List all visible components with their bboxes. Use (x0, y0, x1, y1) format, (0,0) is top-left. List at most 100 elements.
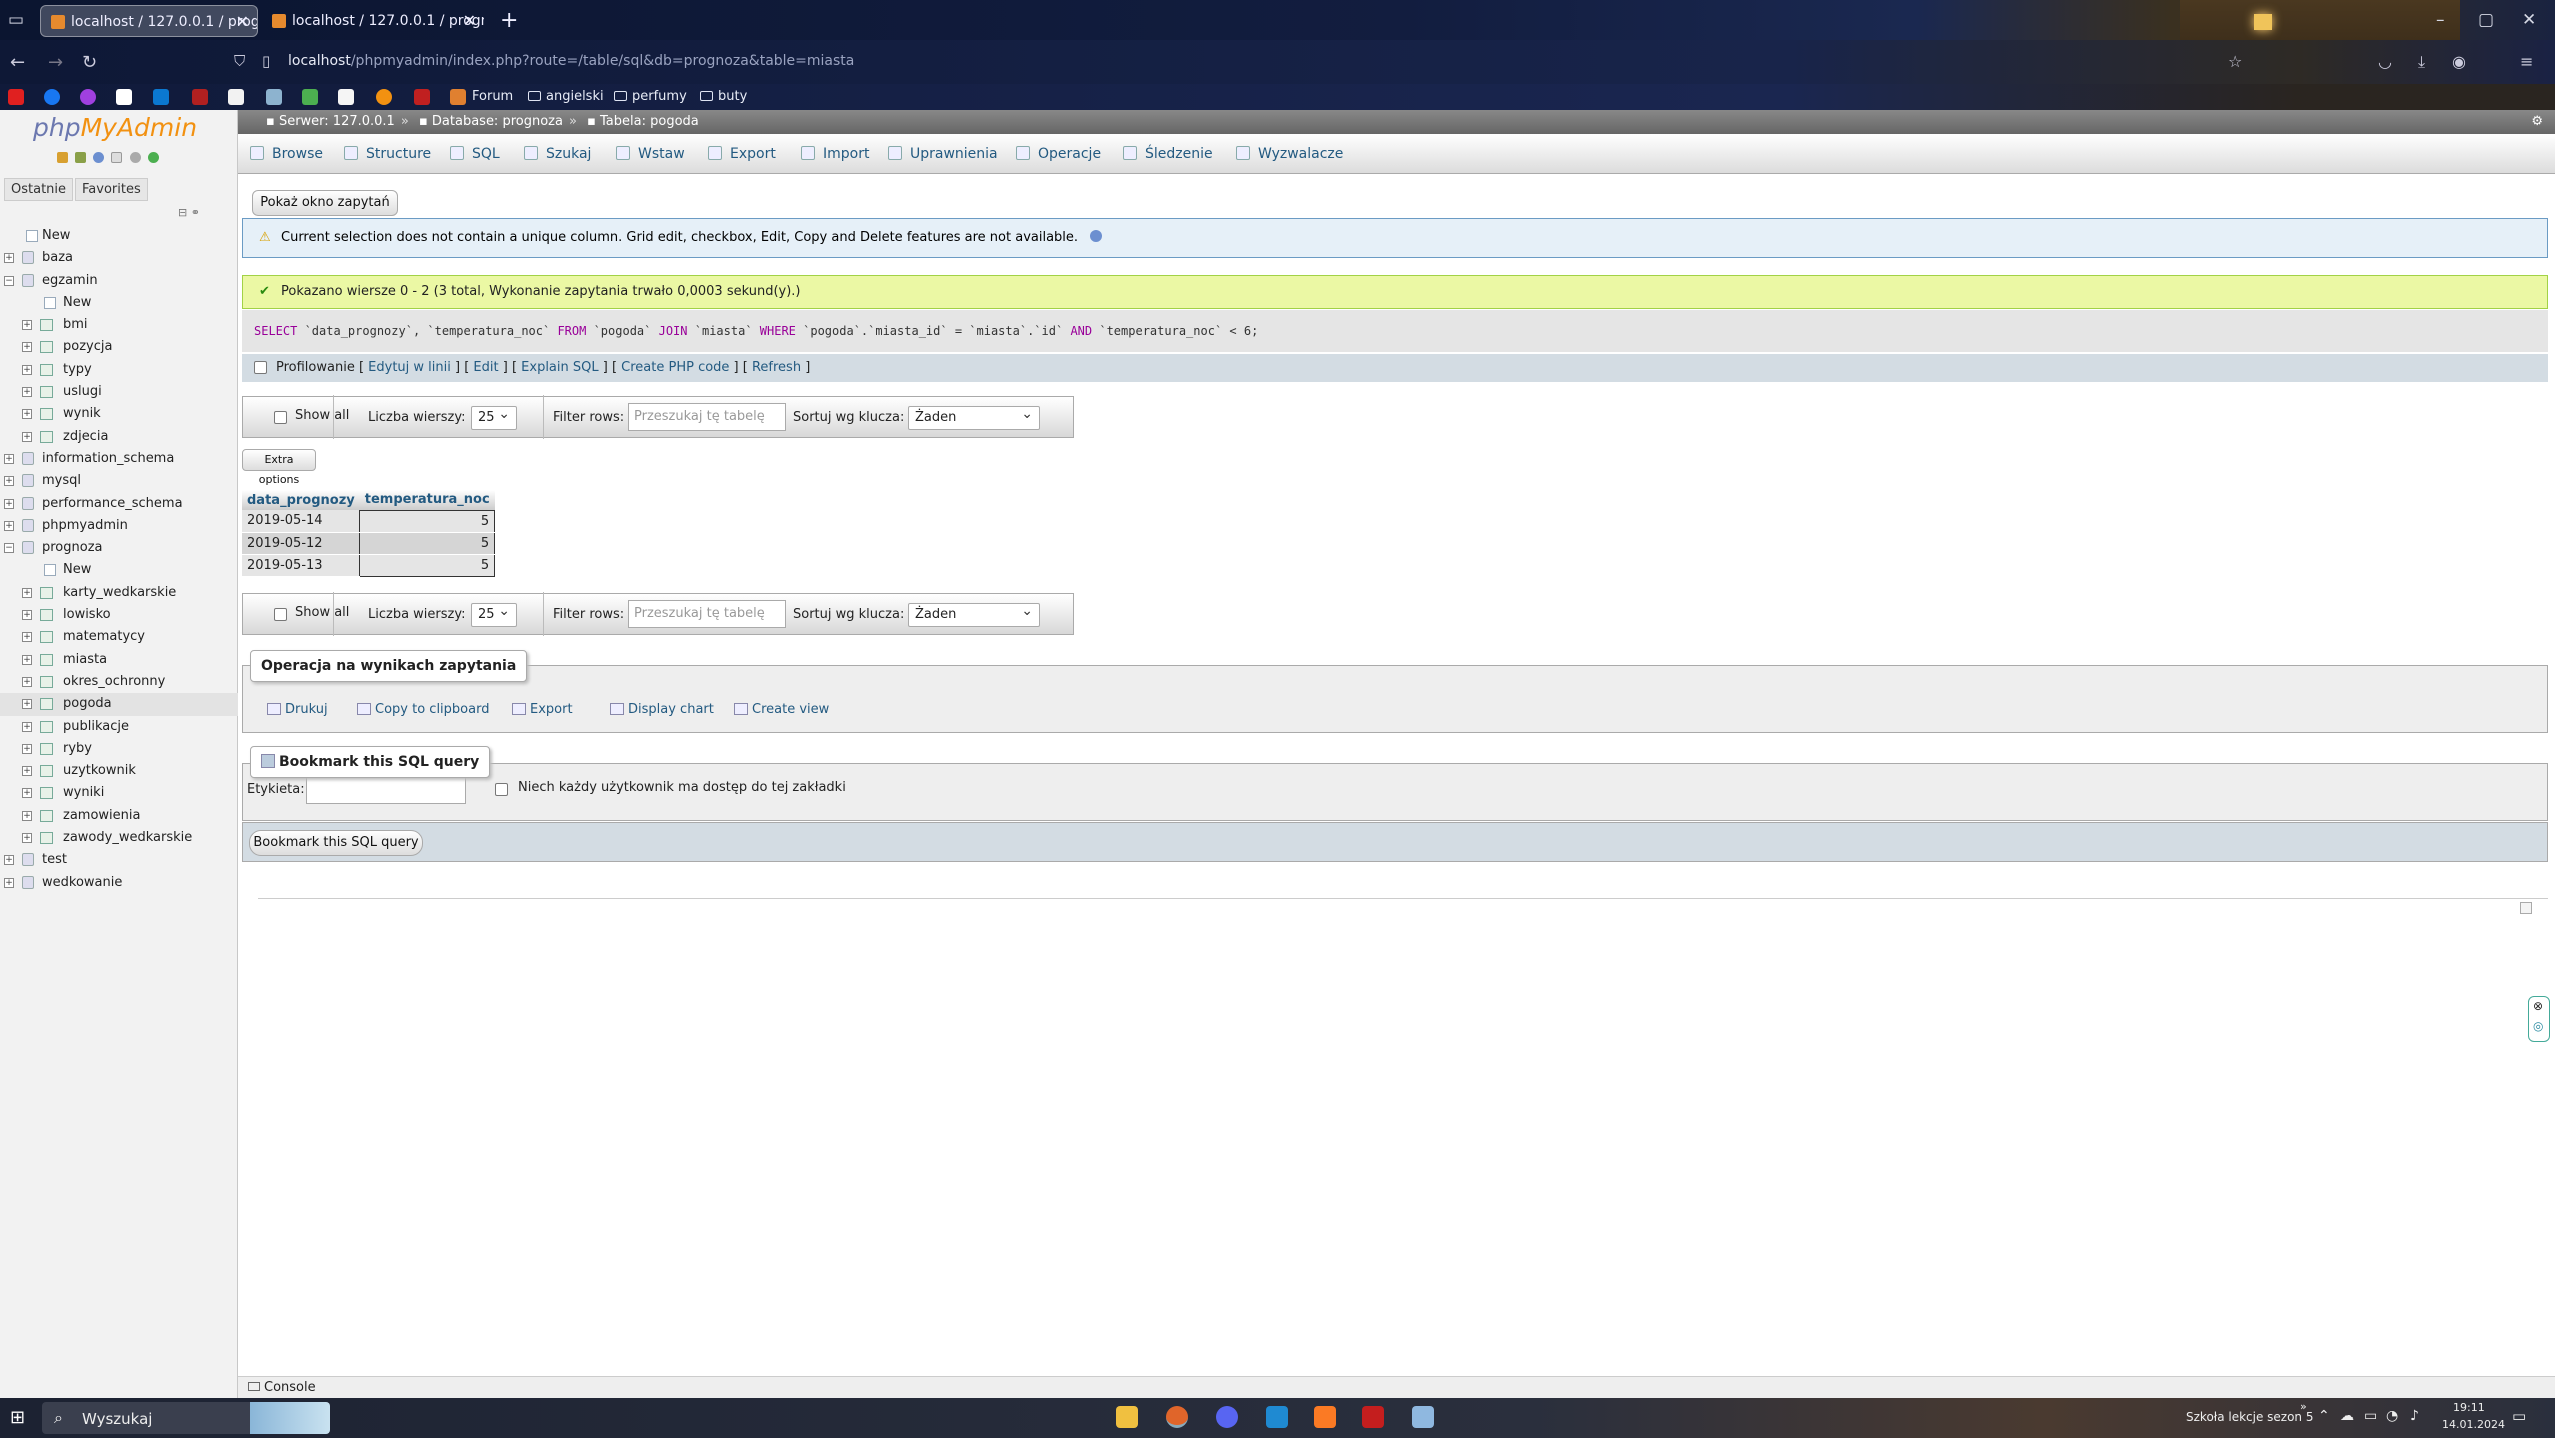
discord-icon[interactable] (1216, 1406, 1238, 1428)
tab-favorites[interactable]: Favorites (75, 178, 148, 201)
operation-display-chart[interactable]: Display chart (610, 702, 714, 717)
grid-icon[interactable] (302, 89, 318, 105)
tab-operacje[interactable]: Operacje (1016, 134, 1101, 174)
expand-icon[interactable]: + (22, 409, 32, 420)
expand-icon[interactable]: + (4, 855, 14, 866)
bookmark-label-input[interactable] (306, 776, 466, 804)
home-icon[interactable] (57, 152, 68, 163)
chevron-up-icon[interactable]: ⌃ (2318, 1408, 2330, 1424)
explain-sql-link[interactable]: Explain SQL (521, 360, 598, 375)
expand-icon[interactable]: + (22, 364, 32, 375)
tree-item-phpmyadmin[interactable]: + phpmyadmin (0, 515, 238, 537)
document-icon[interactable] (228, 89, 244, 105)
tree-item-karty-wedkarskie[interactable]: + karty_wedkarskie (0, 582, 238, 604)
bookmark-submit-button[interactable]: Bookmark this SQL query (249, 830, 423, 856)
tree-item-performance-schema[interactable]: + performance_schema (0, 493, 238, 515)
firefox-icon[interactable] (1166, 1406, 1188, 1428)
link-icon[interactable]: ⚭ (191, 206, 200, 219)
close-icon[interactable]: ⊗ (2533, 999, 2543, 1013)
expand-icon[interactable]: + (22, 833, 32, 844)
tree-item-zamowienia[interactable]: + zamowienia (0, 805, 238, 827)
tree-item-wynik[interactable]: + wynik (0, 403, 238, 425)
bookmark-icon[interactable] (192, 89, 208, 105)
tree-item-uslugi[interactable]: + uslugi (0, 381, 238, 403)
expand-icon[interactable]: + (22, 431, 32, 442)
expand-icon[interactable]: + (22, 766, 32, 777)
tree-item-publikacje[interactable]: + publikacje (0, 716, 238, 738)
messenger-icon[interactable] (80, 89, 96, 105)
close-tab-icon[interactable]: ✕ (236, 6, 249, 36)
pocket-icon[interactable]: ◡ (2378, 52, 2392, 71)
bookmark-folder-perfumy[interactable]: perfumy (614, 89, 687, 104)
extra-options-button[interactable]: Extra options (242, 449, 316, 486)
expand-icon[interactable]: + (22, 676, 32, 687)
edit-inline-link[interactable]: Edytuj w linii (368, 360, 451, 375)
tree-item-test[interactable]: + test (0, 849, 238, 871)
close-tab-icon[interactable]: ✕ (463, 5, 476, 37)
browser-tab-active[interactable]: localhost / 127.0.0.1 / prognoza ✕ (40, 5, 258, 37)
column-header[interactable]: temperatura_noc (359, 490, 495, 510)
operation-copy-to-clipboard[interactable]: Copy to clipboard (357, 702, 489, 717)
taskbar-search[interactable]: ⌕ Wyszukaj (42, 1402, 330, 1434)
help-icon[interactable] (1090, 230, 1103, 242)
tree-item-lowisko[interactable]: + lowisko (0, 604, 238, 626)
tree-item-information-schema[interactable]: + information_schema (0, 448, 238, 470)
windows-start-icon[interactable]: ⊞ (10, 1407, 25, 1428)
browser-tab[interactable]: localhost / 127.0.0.1 / prognoza ✕ (262, 5, 484, 37)
tree-item-prognoza[interactable]: − prognoza (0, 537, 238, 559)
app-icon[interactable] (414, 89, 430, 105)
tab--ledzenie[interactable]: Śledzenie (1123, 134, 1213, 174)
tree-item-zdjecia[interactable]: + zdjecia (0, 426, 238, 448)
show-all-checkbox[interactable] (274, 411, 287, 424)
tab-wstaw[interactable]: Wstaw (616, 134, 685, 174)
tab-browse[interactable]: Browse (250, 134, 323, 174)
expand-icon[interactable]: + (22, 810, 32, 821)
shield-icon[interactable]: ⛉ (234, 52, 245, 70)
tree-item-mysql[interactable]: + mysql (0, 470, 238, 492)
onedrive-icon[interactable]: ☁ (2340, 1408, 2354, 1424)
circle-icon[interactable] (376, 89, 392, 105)
new-tab-icon[interactable]: + (500, 8, 518, 33)
console-bar[interactable]: Console (238, 1376, 2555, 1398)
expand-icon[interactable]: + (22, 342, 32, 353)
settings-icon[interactable] (129, 152, 141, 163)
url-field[interactable]: localhost/phpmyadmin/index.php?route=/ta… (288, 53, 854, 69)
reload-icon[interactable]: ↻ (82, 52, 97, 73)
collapse-all-icon[interactable]: ⊟ (178, 206, 187, 219)
rows-per-page-select[interactable]: 25 (471, 403, 517, 430)
operation-drukuj[interactable]: Drukuj (267, 702, 328, 717)
notepad-icon[interactable] (1412, 1406, 1434, 1428)
expand-icon[interactable]: + (22, 387, 32, 398)
expand-icon[interactable]: + (22, 587, 32, 598)
collapse-icon[interactable]: − (4, 543, 14, 554)
expand-icon[interactable]: + (22, 743, 32, 754)
tray-more-icon[interactable]: » (2300, 1400, 2307, 1413)
refresh-link[interactable]: Refresh (752, 360, 801, 375)
menu-icon[interactable]: ≡ (2520, 52, 2533, 71)
acrobat-icon[interactable] (1362, 1406, 1384, 1428)
tree-item-wedkowanie[interactable]: + wedkowanie (0, 872, 238, 894)
create-php-code-link[interactable]: Create PHP code (621, 360, 729, 375)
tree-item-miasta[interactable]: + miasta (0, 649, 238, 671)
minimize-icon[interactable]: – (2436, 10, 2445, 30)
expand-icon[interactable]: + (4, 877, 14, 888)
tab-uprawnienia[interactable]: Uprawnienia (888, 134, 998, 174)
tree-item-typy[interactable]: + typy (0, 359, 238, 381)
xampp-icon[interactable] (1314, 1406, 1336, 1428)
tree-item-ryby[interactable]: + ryby (0, 738, 238, 760)
breadcrumb-database[interactable]: Database: prognoza (432, 114, 563, 129)
wifi-icon[interactable]: ◔ (2386, 1408, 2398, 1424)
tree-item-wyniki[interactable]: + wyniki (0, 782, 238, 804)
tree-item-pogoda[interactable]: + pogoda (0, 693, 238, 716)
tab-wyzwalacze[interactable]: Wyzwalacze (1236, 134, 1343, 174)
tab-export[interactable]: Export (708, 134, 776, 174)
network-icon[interactable]: ▭ (2364, 1408, 2377, 1424)
tab-list-icon[interactable]: ▭ (8, 10, 24, 30)
expand-icon[interactable]: + (4, 453, 14, 464)
filter-rows-input[interactable]: Przeszukaj tę tabelę (628, 600, 786, 628)
tree-item-new[interactable]: New (0, 292, 238, 314)
maximize-icon[interactable]: ▢ (2478, 10, 2494, 30)
gmail-icon[interactable] (116, 89, 132, 105)
sort-by-key-select[interactable]: Żaden (908, 403, 1040, 430)
expand-icon[interactable]: + (22, 610, 32, 621)
